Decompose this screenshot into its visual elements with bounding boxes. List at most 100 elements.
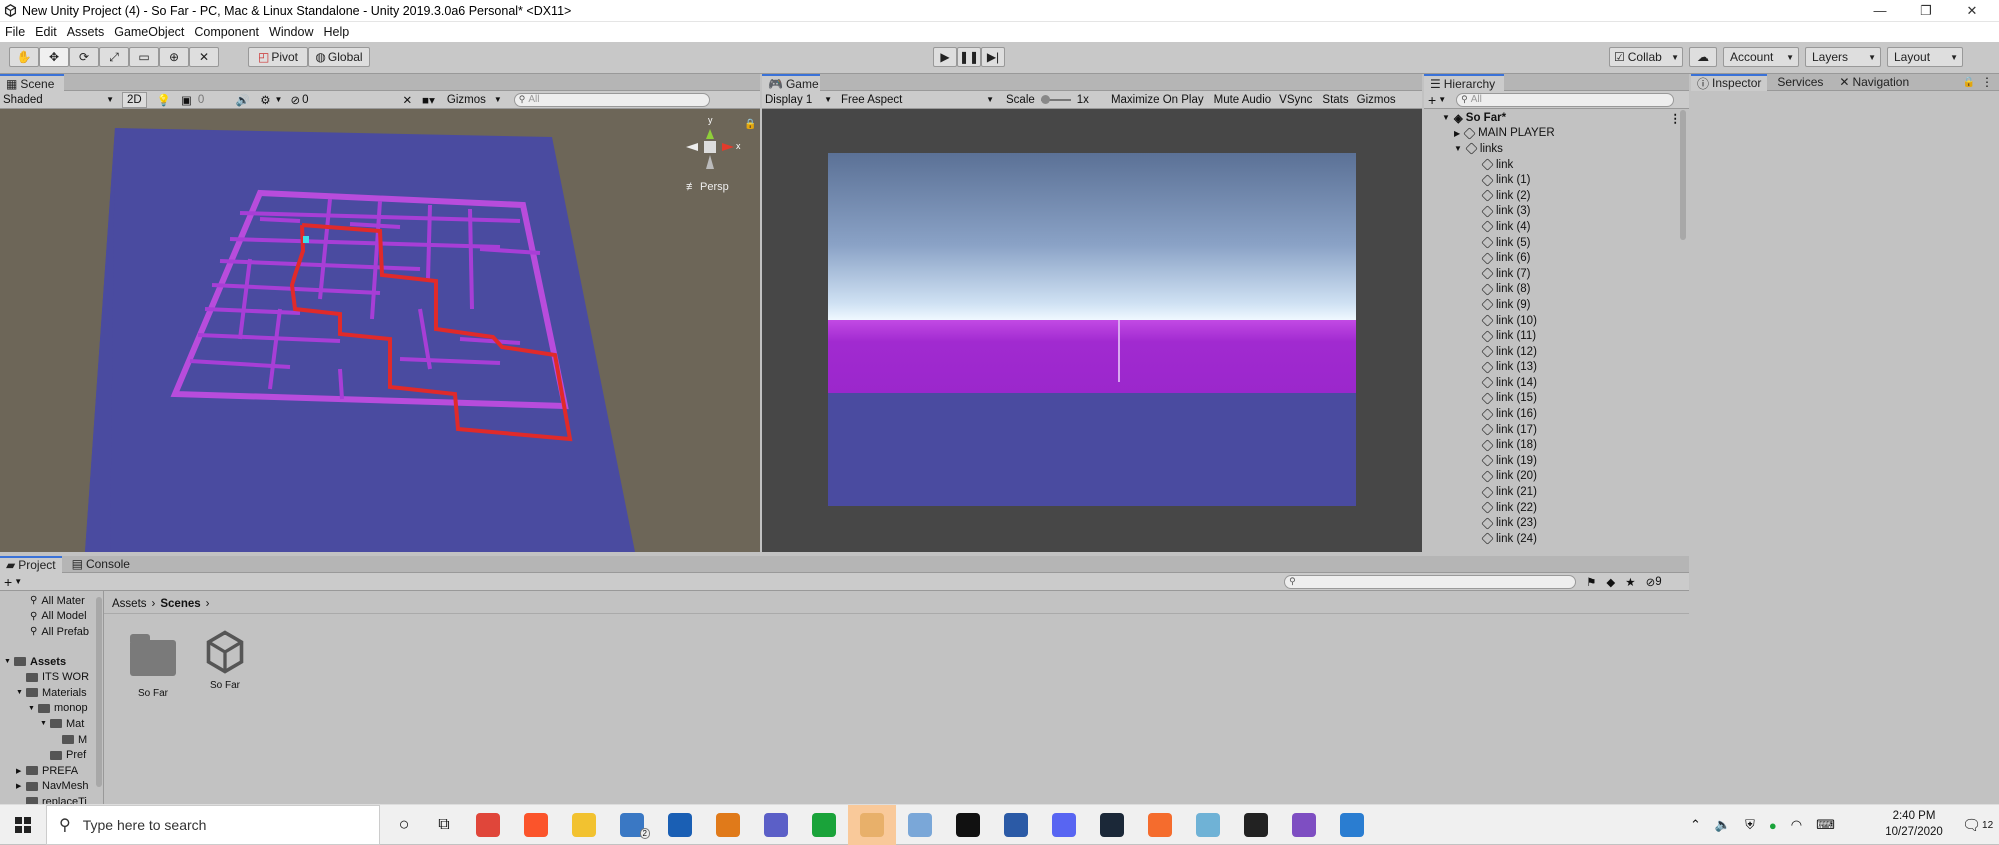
hierarchy-item[interactable]: link (20) bbox=[1424, 469, 1689, 485]
hierarchy-item[interactable]: link (23) bbox=[1424, 515, 1689, 531]
toggle-2d-button[interactable]: 2D bbox=[122, 91, 147, 108]
taskbar-app-button[interactable] bbox=[1040, 805, 1088, 845]
hierarchy-item[interactable]: link (12) bbox=[1424, 344, 1689, 360]
hierarchy-item[interactable]: link (8) bbox=[1424, 282, 1689, 298]
mute-audio-toggle[interactable]: Mute Audio bbox=[1214, 94, 1272, 106]
hierarchy-item[interactable]: ▶ MAIN PLAYER bbox=[1424, 126, 1689, 142]
hidden-icon[interactable]: ⊘ bbox=[290, 93, 300, 107]
gizmos-dropdown[interactable]: Gizmos bbox=[447, 94, 486, 106]
image-icon[interactable]: ▣ bbox=[181, 93, 192, 107]
hierarchy-item[interactable]: link (15) bbox=[1424, 391, 1689, 407]
vsync-toggle[interactable]: VSync bbox=[1279, 94, 1312, 106]
asset-folder-item[interactable]: So Far bbox=[126, 634, 180, 699]
project-tree-item[interactable]: M bbox=[0, 732, 103, 748]
taskbar-app-button[interactable] bbox=[1232, 805, 1280, 845]
persp-label[interactable]: ≢ Persp bbox=[686, 181, 729, 193]
scene-orientation-gizmo[interactable]: y x bbox=[680, 115, 741, 177]
hierarchy-item[interactable]: link (22) bbox=[1424, 500, 1689, 516]
star-icon[interactable]: ★ bbox=[1625, 575, 1635, 589]
maximize-on-play-toggle[interactable]: Maximize On Play bbox=[1111, 94, 1204, 106]
lock-icon[interactable]: 🔒 bbox=[744, 119, 756, 130]
scene-root-item[interactable]: ▼ ◈ So Far* ⋮ bbox=[1424, 110, 1689, 126]
account-dropdown[interactable]: Account ▼ bbox=[1723, 47, 1799, 67]
project-tree-item[interactable]: ITS WOR bbox=[0, 669, 103, 685]
hierarchy-item[interactable]: link (18) bbox=[1424, 437, 1689, 453]
stats-toggle[interactable]: Stats bbox=[1322, 94, 1348, 106]
hierarchy-item[interactable]: link (21) bbox=[1424, 484, 1689, 500]
add-icon[interactable]: + bbox=[4, 574, 12, 590]
tools-icon[interactable]: ✕ bbox=[403, 93, 413, 107]
layers-dropdown[interactable]: Layers ▼ bbox=[1805, 47, 1881, 67]
wifi-icon[interactable]: ◠ bbox=[1791, 817, 1802, 833]
hierarchy-item[interactable]: link (9) bbox=[1424, 297, 1689, 313]
hierarchy-item[interactable]: link (2) bbox=[1424, 188, 1689, 204]
game-viewport[interactable] bbox=[762, 109, 1422, 552]
taskbar-search-input[interactable]: ⚲ Type here to search bbox=[46, 804, 380, 845]
lighting-icon[interactable]: 💡 bbox=[157, 93, 171, 107]
expand-right-icon[interactable]: ▶ bbox=[1454, 129, 1460, 138]
pause-button[interactable]: ❚❚ bbox=[957, 47, 981, 67]
hierarchy-item[interactable]: link (17) bbox=[1424, 422, 1689, 438]
global-toggle[interactable]: ◍ Global bbox=[308, 47, 370, 67]
rotate-tool-button[interactable]: ⟳ bbox=[69, 47, 99, 67]
minimize-button[interactable]: — bbox=[1857, 0, 1903, 22]
project-tree-item[interactable]: ▼ Assets bbox=[0, 654, 103, 670]
taskbar-app-button[interactable] bbox=[1088, 805, 1136, 845]
hierarchy-item[interactable]: link (4) bbox=[1424, 219, 1689, 235]
favorite-all-models[interactable]: ⚲ All Model bbox=[0, 609, 103, 625]
tab-console[interactable]: ▤ Console bbox=[66, 556, 136, 573]
project-tree-item[interactable]: ▼ Materials bbox=[0, 685, 103, 701]
rect-tool-button[interactable]: ▭ bbox=[129, 47, 159, 67]
hierarchy-item[interactable]: link (14) bbox=[1424, 375, 1689, 391]
scene-search-input[interactable]: ⚲ All bbox=[513, 92, 710, 107]
project-tree-item[interactable]: ▶ NavMesh bbox=[0, 779, 103, 795]
taskbar-app-button[interactable] bbox=[800, 805, 848, 845]
lock-icon[interactable]: 🔒 bbox=[1963, 77, 1975, 88]
hierarchy-item[interactable]: link (13) bbox=[1424, 360, 1689, 376]
taskbar-app-button[interactable] bbox=[704, 805, 752, 845]
hierarchy-search-input[interactable]: ⚲ All bbox=[1456, 92, 1675, 107]
taskbar-app-button[interactable] bbox=[464, 805, 512, 845]
close-button[interactable]: ✕ bbox=[1949, 0, 1995, 22]
hand-tool-button[interactable]: ✋ bbox=[9, 47, 39, 67]
expand-icon[interactable]: ▼ bbox=[16, 689, 26, 696]
menu-window[interactable]: Window bbox=[269, 25, 313, 39]
hierarchy-scrollbar[interactable] bbox=[1680, 110, 1686, 240]
hierarchy-item[interactable]: link (10) bbox=[1424, 313, 1689, 329]
custom-tool-button[interactable]: ✕ bbox=[189, 47, 219, 67]
security-icon[interactable]: ⛨ bbox=[1745, 817, 1755, 833]
expand-icon[interactable]: ▼ bbox=[40, 720, 50, 727]
scale-tool-button[interactable]: ⤢ bbox=[99, 47, 129, 67]
asset-scene-item[interactable]: So Far bbox=[198, 628, 252, 691]
tab-game[interactable]: 🎮 Game bbox=[762, 74, 820, 91]
chevron-up-icon[interactable]: ⌃ bbox=[1690, 817, 1701, 833]
hierarchy-item[interactable]: link (7) bbox=[1424, 266, 1689, 282]
expand-icon[interactable]: ▼ bbox=[4, 658, 14, 665]
tab-hierarchy[interactable]: ☰ Hierarchy bbox=[1424, 74, 1504, 91]
chevron-down-icon[interactable]: ▼ bbox=[275, 95, 283, 104]
project-tree-item[interactable]: replaceTi bbox=[0, 794, 103, 804]
taskbar-app-button[interactable] bbox=[1280, 805, 1328, 845]
taskbar-app-button[interactable]: 2 bbox=[608, 805, 656, 845]
tab-services[interactable]: Services bbox=[1771, 74, 1829, 91]
expand-icon[interactable]: ▶ bbox=[16, 782, 26, 790]
favorite-all-materials[interactable]: ⚲ All Mater bbox=[0, 593, 103, 609]
project-tree-item[interactable]: ▼ monop bbox=[0, 701, 103, 717]
project-tree-item[interactable]: ▼ Mat bbox=[0, 716, 103, 732]
start-button[interactable] bbox=[0, 805, 46, 845]
taskbar-app-button[interactable] bbox=[656, 805, 704, 845]
label-icon[interactable]: ◆ bbox=[1606, 575, 1615, 589]
more-icon[interactable]: ⋮ bbox=[1981, 75, 1993, 89]
hierarchy-item[interactable]: link (1) bbox=[1424, 172, 1689, 188]
taskbar-app-button[interactable] bbox=[992, 805, 1040, 845]
menu-help[interactable]: Help bbox=[323, 25, 349, 39]
pivot-toggle[interactable]: ◰ Pivot bbox=[248, 47, 308, 67]
game-gizmos-toggle[interactable]: Gizmos bbox=[1357, 94, 1396, 106]
taskbar-app-button[interactable] bbox=[560, 805, 608, 845]
expand-icon[interactable]: ▼ bbox=[1454, 144, 1462, 153]
keyboard-icon[interactable]: ⌨ bbox=[1816, 817, 1835, 833]
project-tree-item[interactable]: Pref bbox=[0, 747, 103, 763]
clock[interactable]: 2:40 PM 10/27/2020 bbox=[1874, 808, 1954, 840]
layout-dropdown[interactable]: Layout ▼ bbox=[1887, 47, 1963, 67]
taskbar-app-button[interactable] bbox=[848, 804, 896, 845]
